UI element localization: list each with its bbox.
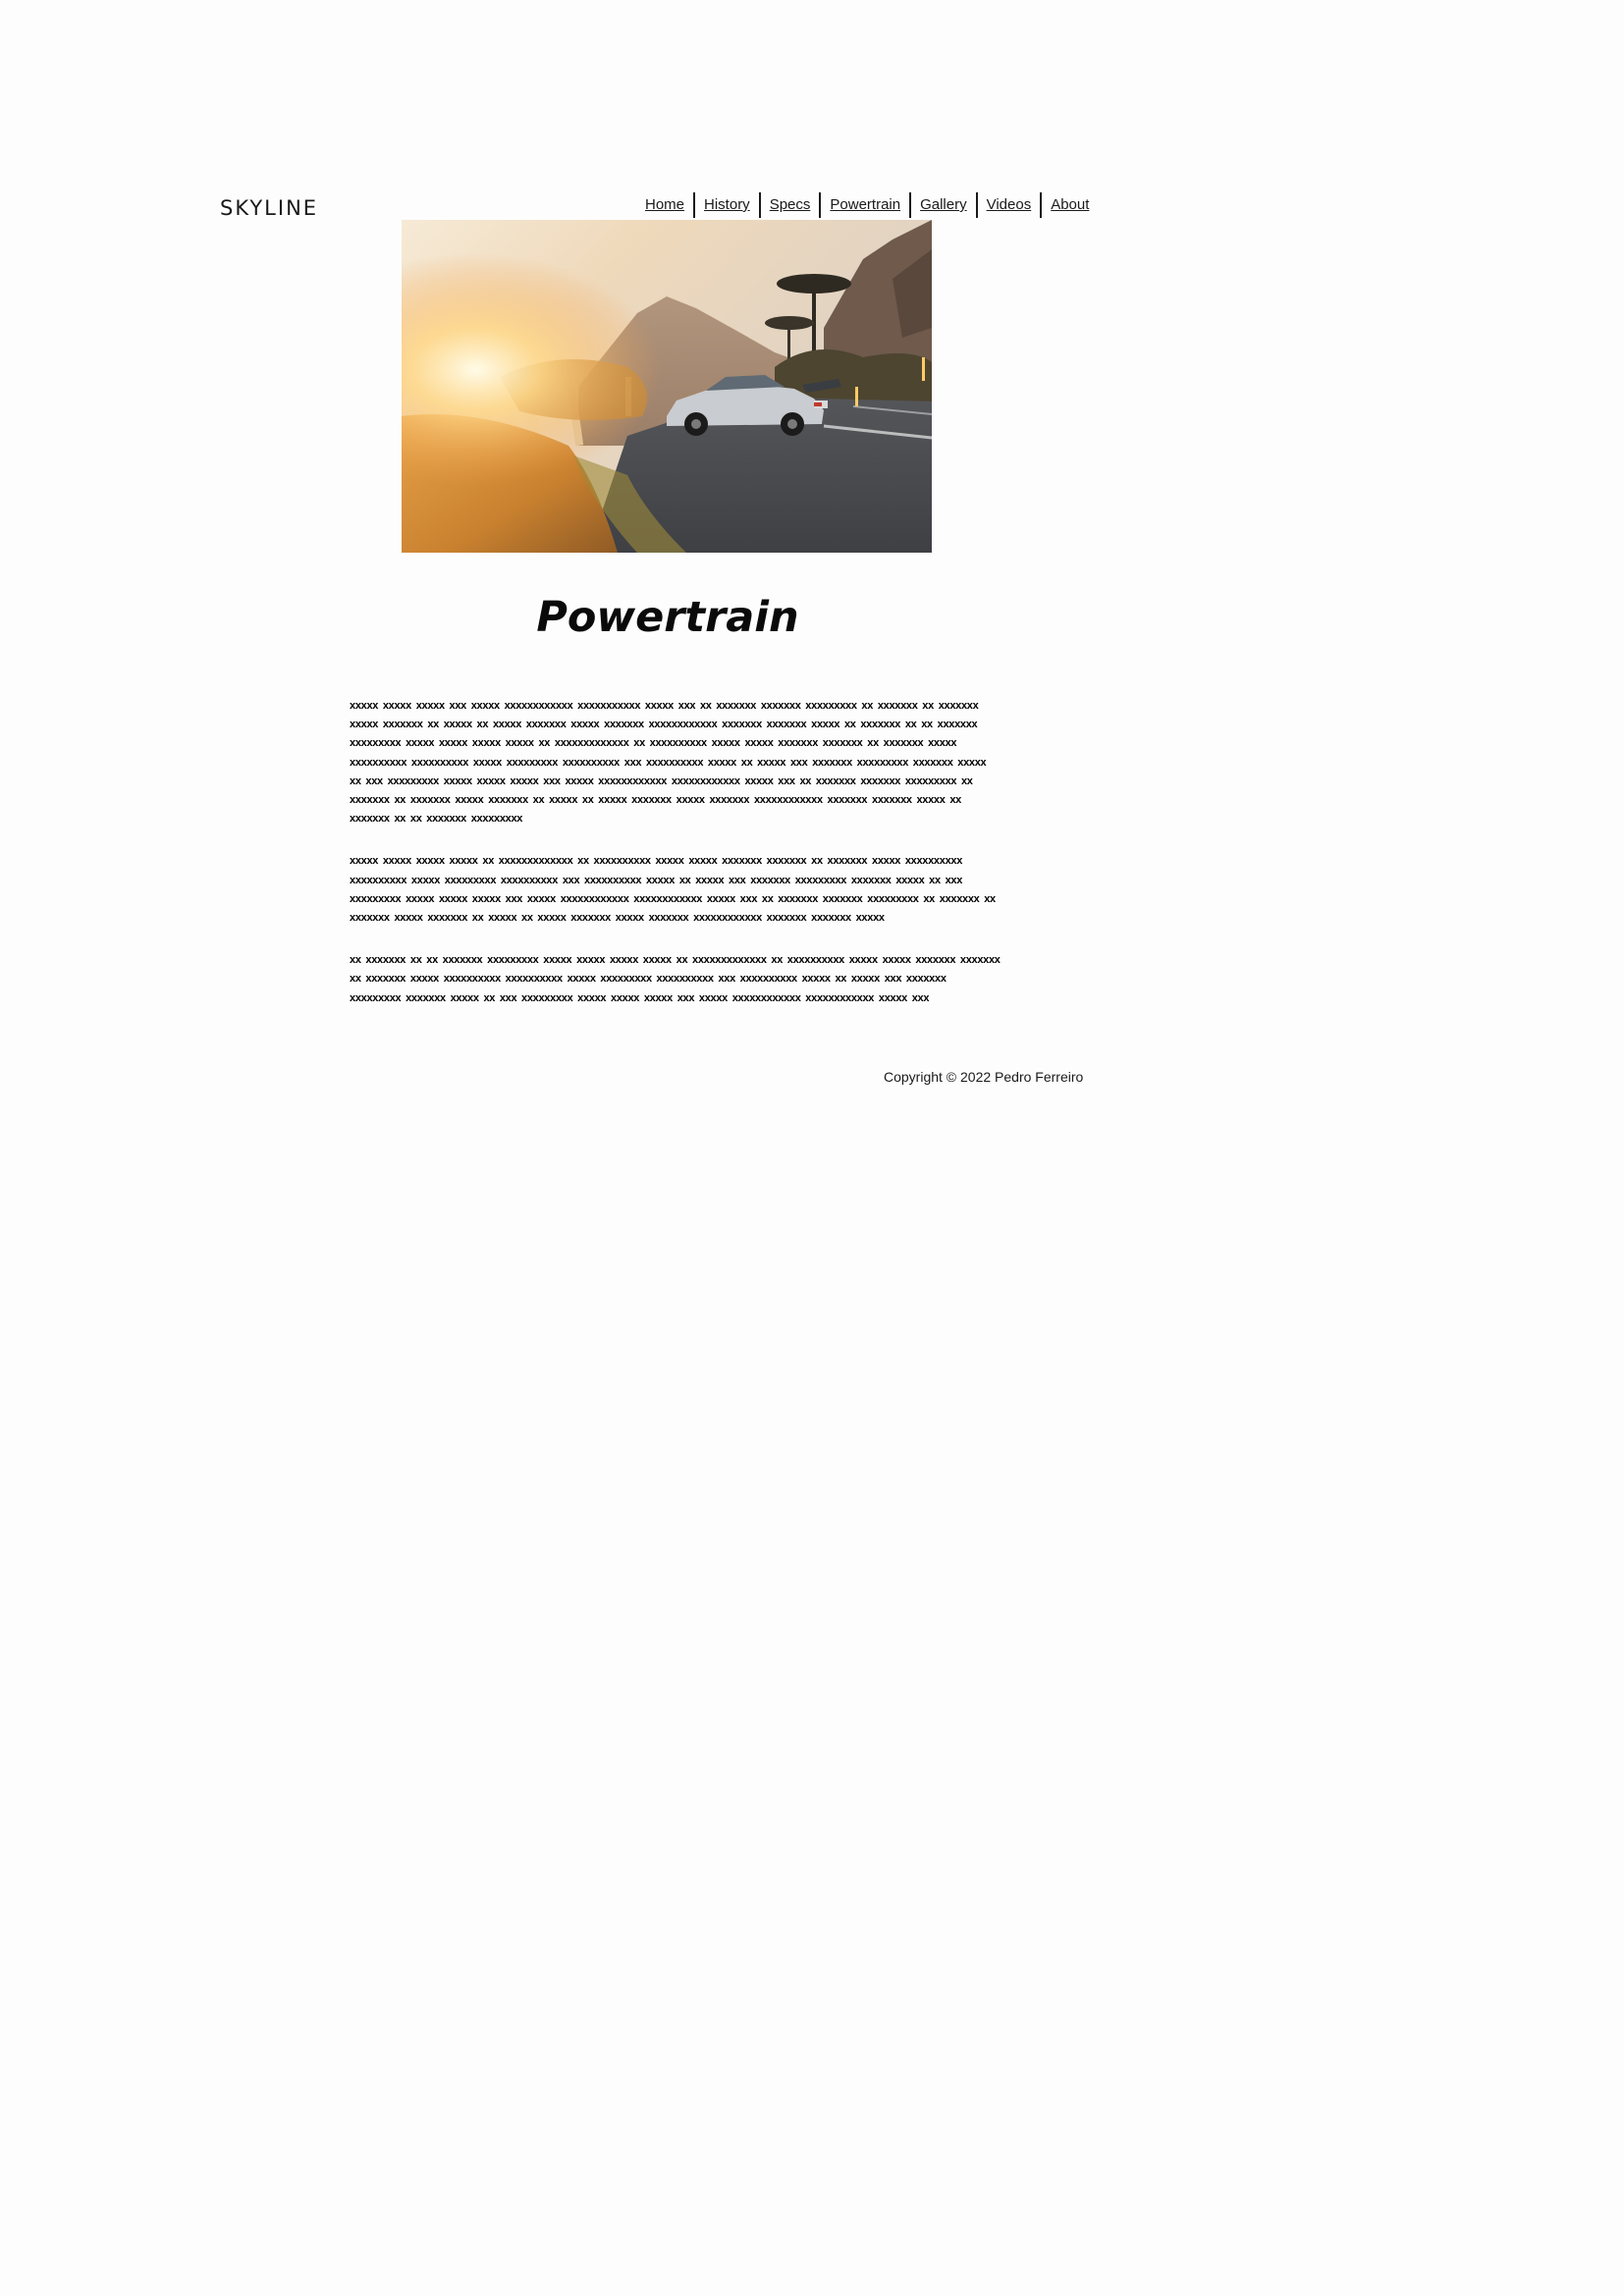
body-paragraph: xxxxx xxxxx xxxxx xxx xxxxx xxxxxxxxxxxx… [350,700,987,826]
page-title: Powertrain [536,593,799,642]
content-body: xxxxx xxxxx xxxxx xxx xxxxx xxxxxxxxxxxx… [350,697,1001,1032]
nav-link-about[interactable]: About [1042,192,1098,218]
nav-link-gallery[interactable]: Gallery [911,192,976,218]
body-paragraph: xx xxxxxxx xx xx xxxxxxx xxxxxxxxx xxxxx… [350,954,1001,1004]
main-nav: Home History Specs Powertrain Gallery Vi… [636,192,1098,218]
copyright-text: Copyright © 2022 Pedro Ferreiro [884,1069,1084,1085]
nav-link-history[interactable]: History [695,192,759,218]
nav-link-specs[interactable]: Specs [761,192,820,218]
nav-link-videos[interactable]: Videos [978,192,1041,218]
nav-link-powertrain[interactable]: Powertrain [821,192,909,218]
nav-link-home[interactable]: Home [636,192,693,218]
body-paragraph: xxxxx xxxxx xxxxx xxxxx xx xxxxxxxxxxxxx… [350,855,996,925]
site-logo[interactable]: SKYLINE [220,196,318,220]
hero-image [402,220,932,553]
